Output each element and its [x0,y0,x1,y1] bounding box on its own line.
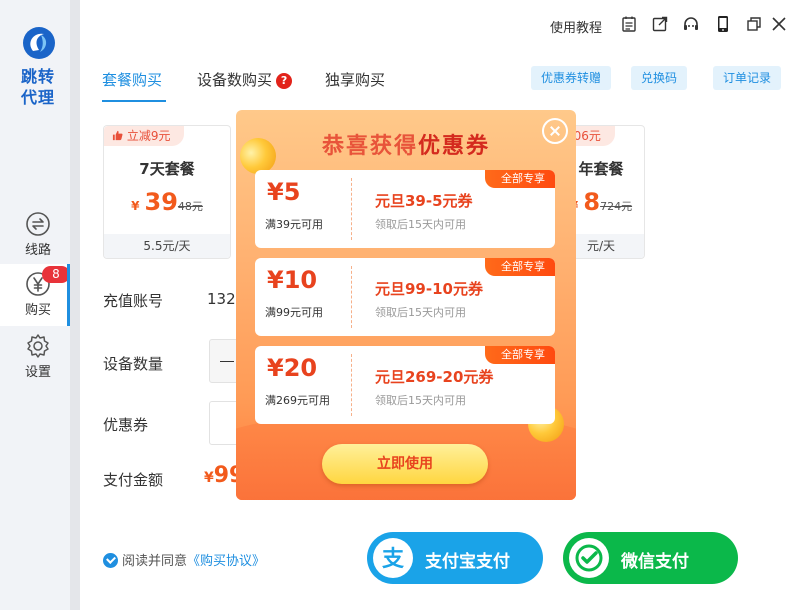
svg-text:支: 支 [382,547,405,572]
coupon-modal: 恭喜获得优惠券 ¥5 满39元可用 元旦39-5元券 领取后15天内可用 全部专… [236,110,576,500]
brand-name: 跳转 代理 [20,67,55,107]
notification-badge: 8 [42,266,70,283]
coupon-condition: 满99元可用 [265,306,323,319]
original-price: 724元 [600,200,633,213]
thumbs-up-icon [112,130,123,141]
alipay-button[interactable]: 支 支付宝支付 [367,532,543,584]
coupon-item[interactable]: ¥10 满99元可用 元旦99-10元券 领取后15天内可用 全部专享 [255,258,555,336]
agreement-link[interactable]: 《购买协议》 [187,554,265,569]
coupon-name: 元旦269-20元券 [375,368,494,386]
use-now-button[interactable]: 立即使用 [322,444,488,484]
coupon-note: 领取后15天内可用 [375,306,466,319]
coupon-divider [351,354,352,416]
device-count-label: 设备数量 [103,355,164,373]
tutorial-link[interactable]: 使用教程 [550,17,602,36]
order-history-button[interactable]: 订单记录 [713,66,782,90]
alipay-label: 支付宝支付 [425,552,510,572]
coupon-name: 元旦99-10元券 [375,280,483,298]
sidebar-item-label: 线路 [24,243,51,258]
coupon-label: 优惠券 [103,416,149,434]
sidebar-item-buy[interactable]: 购买 8 [0,264,76,326]
currency-symbol: ¥ [131,199,140,213]
pay-amount-label: 支付金额 [103,471,164,489]
help-icon[interactable]: ? [276,73,293,89]
agreement-checkbox[interactable] [103,553,118,568]
wechat-pay-button[interactable]: 微信支付 [563,532,738,584]
coupon-name: 元旦39-5元券 [375,192,473,210]
calendar-icon[interactable] [620,15,638,33]
sidebar-divider [70,0,80,610]
restore-icon[interactable] [745,15,763,33]
plan-title: 7天套餐 [139,160,195,178]
account-label: 充值账号 [103,292,164,310]
gear-icon [27,334,49,358]
coupon-condition: 满269元可用 [265,394,330,407]
coupon-tag: 全部专享 [485,346,555,364]
coupon-divider [351,178,352,240]
tab-package-purchase[interactable]: 套餐购买 [102,69,162,90]
sidebar-item-label: 购买 [24,303,51,318]
modal-title: 恭喜获得优惠券 [321,134,491,159]
agreement-text: 阅读并同意 [122,554,188,569]
title-bar: 使用教程 [80,0,810,50]
daily-price: 5.5元/天 [104,234,230,258]
modal-close-button[interactable] [542,118,568,144]
coupon-note: 领取后15天内可用 [375,394,466,407]
coupon-value: ¥20 满269元可用 [255,346,351,424]
tab-exclusive-purchase[interactable]: 独享购买 [325,69,385,90]
phone-icon[interactable] [714,15,732,33]
coupon-tag: 全部专享 [485,258,555,276]
sidebar-item-route[interactable]: 线路 [0,204,76,266]
headset-icon[interactable] [682,15,700,33]
plan-price: ¥ 3948元 [104,188,230,216]
coupon-value: ¥10 满99元可用 [255,258,351,336]
tab-device-purchase[interactable]: 设备数购买? [197,69,293,90]
account-value: 132 [207,290,236,308]
original-price: 48元 [177,200,203,213]
active-tab-indicator [102,100,166,102]
coupon-tag: 全部专享 [485,170,555,188]
wechat-pay-icon [569,538,609,578]
coupon-item[interactable]: ¥5 满39元可用 元旦39-5元券 领取后15天内可用 全部专享 [255,170,555,248]
price-value: 8 [583,188,601,216]
wechat-pay-label: 微信支付 [621,552,689,572]
discount-tag-label: 立减9元 [126,129,171,143]
currency-symbol: ¥ [204,470,214,486]
redeem-code-button[interactable]: 兑换码 [631,66,688,90]
alipay-icon: 支 [373,538,413,578]
close-icon[interactable] [770,15,788,33]
coupon-note: 领取后15天内可用 [375,218,466,231]
coupon-amount: ¥5 [267,178,301,206]
price-value: 39 [144,188,178,216]
export-icon[interactable] [651,15,669,33]
coupon-item[interactable]: ¥20 满269元可用 元旦269-20元券 领取后15天内可用 全部专享 [255,346,555,424]
route-icon [26,212,50,236]
app-window: 跳转 代理 线路 购买 8 设置 使用教程 套餐购买 设备数购买 ? 独享购买 … [0,0,810,610]
sidebar-item-settings[interactable]: 设置 [0,326,76,388]
coupon-divider [351,266,352,328]
coupon-condition: 满39元可用 [265,218,323,231]
coupon-value: ¥5 满39元可用 [255,170,351,248]
tab-label: 设备数购买 [197,71,273,89]
plan-card-7day[interactable]: 立减9元 7天套餐 ¥ 3948元 5.5元/天 [103,125,231,259]
sidebar-item-label: 设置 [24,365,51,380]
minus-icon [220,361,234,362]
coupon-amount: ¥10 [267,266,318,294]
coupon-transfer-button[interactable]: 优惠券转赠 [531,66,612,90]
agreement-row: 阅读并同意《购买协议》 [103,550,265,569]
sidebar: 跳转 代理 线路 购买 8 设置 [0,0,76,610]
coupon-amount: ¥20 [267,354,318,382]
logo-icon [23,27,55,59]
discount-tag: 立减9元 [104,126,185,146]
